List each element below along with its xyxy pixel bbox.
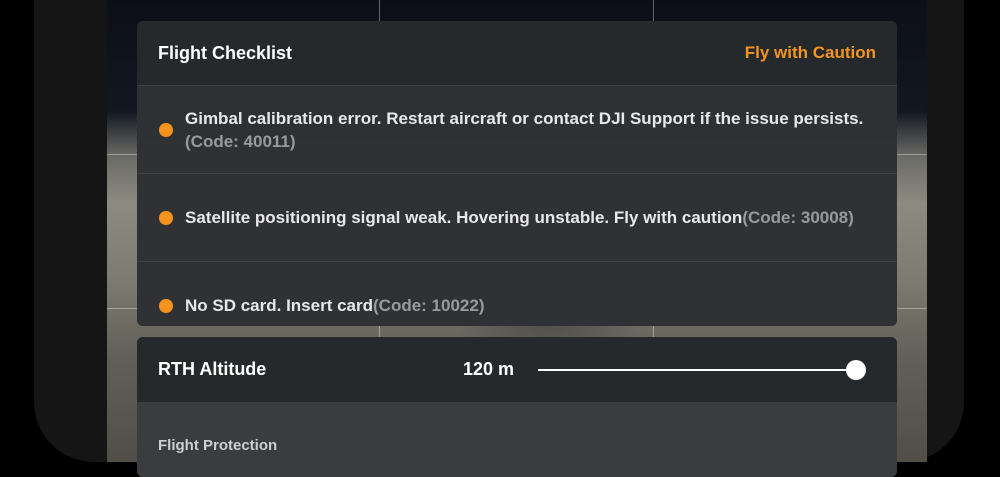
warning-dot-icon <box>159 122 173 137</box>
checklist-item-text: Gimbal calibration error. Restart aircra… <box>185 108 864 128</box>
checklist-header: Flight Checklist Fly with Caution <box>137 21 897 85</box>
rth-altitude-slider[interactable] <box>538 369 856 371</box>
rth-altitude-row: RTH Altitude 120 m <box>137 337 897 402</box>
checklist-title: Flight Checklist <box>158 42 293 63</box>
flight-protection-section: Flight Protection <box>137 402 897 477</box>
rth-altitude-slider-thumb[interactable] <box>846 360 866 380</box>
rth-settings-panel: RTH Altitude 120 m Flight Protection <box>137 337 897 477</box>
flight-protection-label: Flight Protection <box>158 437 278 454</box>
checklist-item-code: (Code: 10022) <box>373 296 485 315</box>
flight-status-badge: Fly with Caution <box>744 43 876 62</box>
checklist-item-code: (Code: 40011) <box>185 131 296 151</box>
checklist-item-code: (Code: 30008) <box>742 208 854 227</box>
warning-dot-icon <box>159 210 173 225</box>
checklist-item[interactable]: No SD card. Insert card(Code: 10022) <box>137 261 897 326</box>
warning-dot-icon <box>159 298 173 313</box>
checklist-item-text: No SD card. Insert card <box>185 296 374 315</box>
rth-altitude-value: 120 m <box>463 359 515 379</box>
rth-altitude-label: RTH Altitude <box>158 359 267 379</box>
checklist-item[interactable]: Gimbal calibration error. Restart aircra… <box>137 85 897 173</box>
checklist-item-text: Satellite positioning signal weak. Hover… <box>185 208 743 227</box>
checklist-item[interactable]: Satellite positioning signal weak. Hover… <box>137 173 897 261</box>
flight-checklist-panel: Flight Checklist Fly with Caution Gimbal… <box>137 21 897 326</box>
